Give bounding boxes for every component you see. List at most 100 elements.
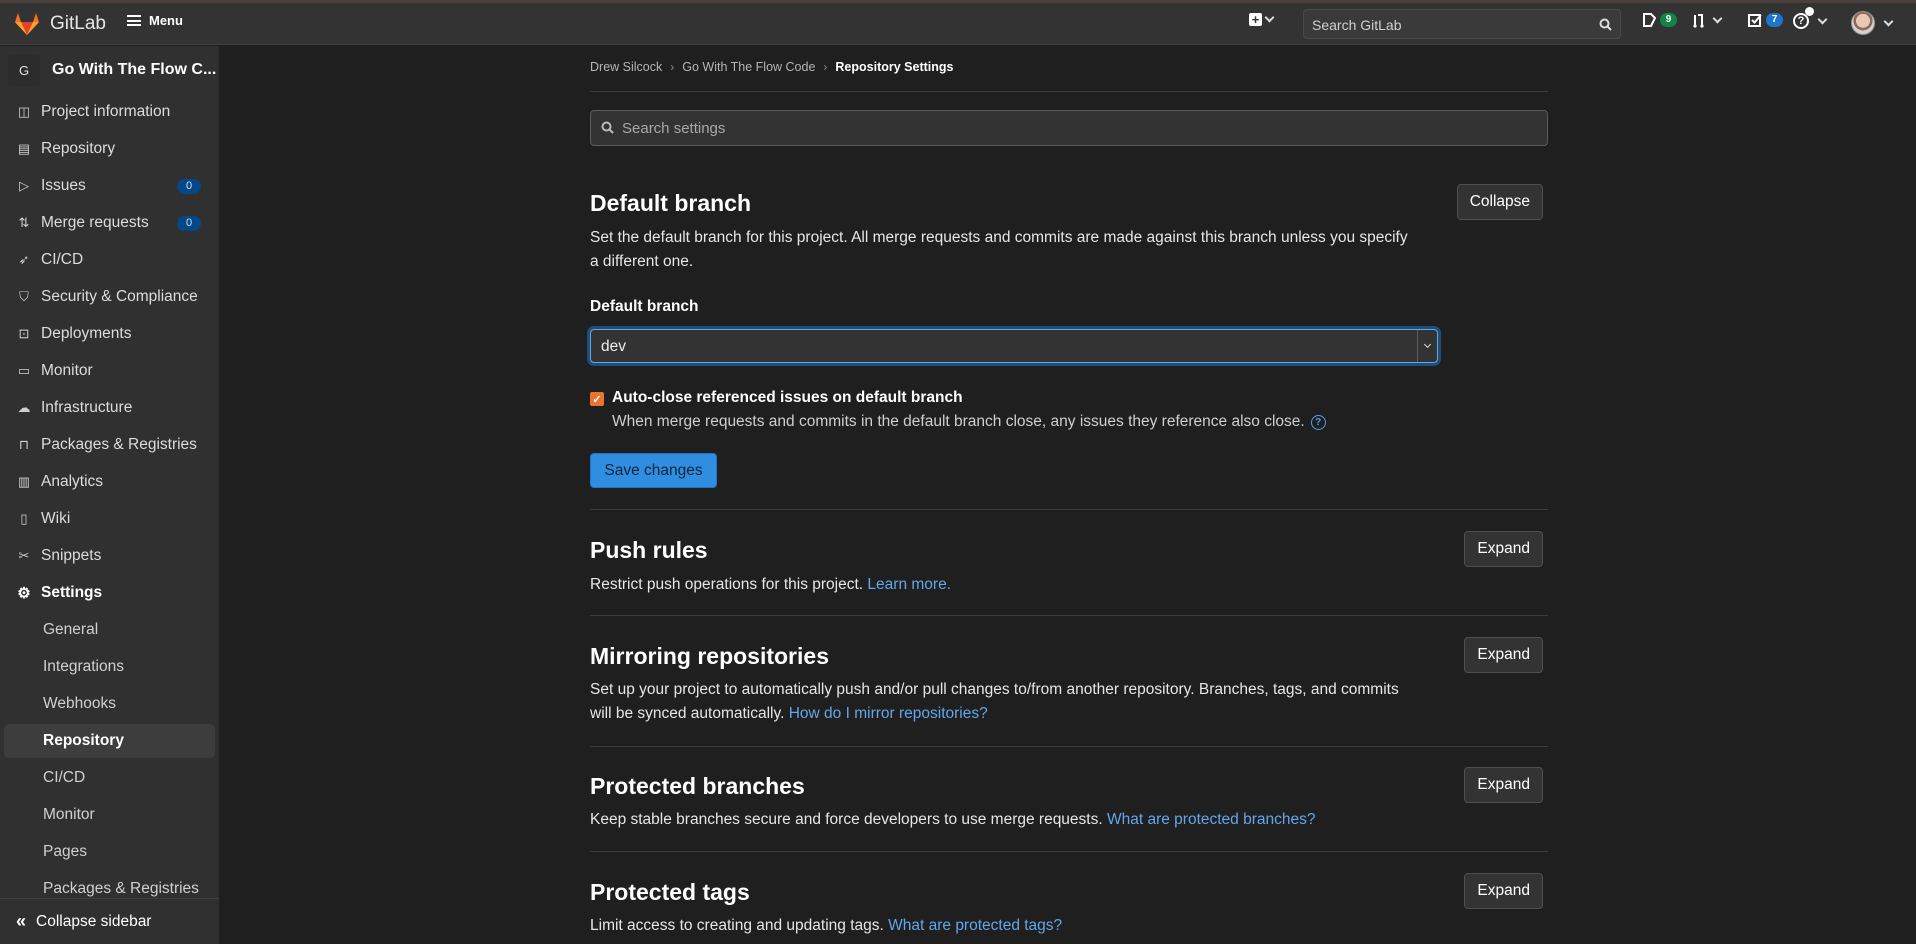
sidebar-item-label: Analytics	[41, 473, 104, 490]
settings-sub-item-integrations[interactable]: Integrations	[4, 650, 215, 684]
protected-branches-help-link[interactable]: What are protected branches?	[1107, 811, 1316, 828]
mirror-help-link[interactable]: How do I mirror repositories?	[789, 705, 988, 722]
sidebar-item-deployments[interactable]: ⊡ Deployments	[0, 317, 219, 351]
sidebar-item-security-compliance[interactable]: ⛉ Security & Compliance	[0, 280, 219, 314]
document-icon: ▤	[17, 141, 31, 156]
description-text: Keep stable branches secure and force de…	[590, 811, 1103, 828]
settings-sub-item-general[interactable]: General	[4, 613, 215, 647]
chevron-down-icon	[1817, 14, 1828, 24]
collapse-sidebar-button[interactable]: « Collapse sidebar	[0, 898, 219, 944]
settings-sub-item-repository[interactable]: Repository	[4, 724, 215, 758]
chevron-right-icon: ›	[670, 60, 675, 74]
breadcrumb-current[interactable]: Repository Settings	[835, 60, 953, 74]
learn-more-link[interactable]: Learn more.	[867, 576, 951, 593]
chart-icon: ▥	[17, 474, 31, 489]
expand-protected-branches-button[interactable]: Expand	[1464, 767, 1543, 803]
merge-request-icon: ⇅	[18, 215, 30, 230]
sidebar-item-label: Wiki	[41, 510, 71, 527]
gitlab-home-link[interactable]: GitLab	[14, 12, 106, 36]
sidebar-item-ci-cd[interactable]: ➶ CI/CD	[0, 243, 219, 277]
collapse-default-branch-button[interactable]: Collapse	[1456, 184, 1543, 220]
protected-tags-help-link[interactable]: What are protected tags?	[888, 917, 1062, 934]
search-icon	[1599, 18, 1612, 31]
section-description: Restrict push operations for this projec…	[590, 573, 1410, 597]
breadcrumb-item[interactable]: Drew Silcock	[590, 60, 662, 74]
auto-close-checkbox-label[interactable]: Auto-close referenced issues on default …	[612, 389, 963, 407]
issues-count-badge: 9	[1660, 13, 1677, 27]
user-menu-button[interactable]	[1851, 11, 1894, 35]
sidebar-item-monitor[interactable]: ▭ Monitor	[0, 354, 219, 388]
expand-push-rules-button[interactable]: Expand	[1464, 531, 1543, 567]
sidebar-item-packages-registries[interactable]: ⊓ Packages & Registries	[0, 428, 219, 462]
sidebar-item-analytics[interactable]: ▥ Analytics	[0, 465, 219, 499]
sub-item-label: Integrations	[43, 658, 124, 675]
sidebar-item-label: Issues	[41, 177, 86, 194]
help-nav-button[interactable]: ?	[1793, 7, 1828, 29]
merge-requests-nav-button[interactable]	[1692, 13, 1723, 28]
sidebar: G Go With The Flow C... ◫ Project informa…	[0, 46, 219, 944]
settings-sub-item-ci-cd[interactable]: CI/CD	[4, 761, 215, 795]
breadcrumb-item[interactable]: Go With The Flow Code	[682, 60, 815, 74]
menu-label: Menu	[149, 13, 183, 28]
todos-nav-button[interactable]: 7	[1748, 13, 1783, 27]
search-settings-input[interactable]: Search settings	[590, 110, 1548, 146]
brand-name: GitLab	[50, 13, 106, 34]
default-branch-label: Default branch	[590, 298, 699, 315]
package-icon: ⊓	[18, 437, 30, 452]
divider	[590, 615, 1548, 616]
sidebar-item-label: Infrastructure	[41, 399, 133, 416]
section-title-mirroring: Mirroring repositories	[590, 643, 829, 669]
issues-nav-button[interactable]: 9	[1643, 13, 1677, 27]
sidebar-item-infrastructure[interactable]: ☁ Infrastructure	[0, 391, 219, 425]
issues-icon: ▷	[19, 178, 29, 193]
search-placeholder: Search GitLab	[1312, 17, 1402, 33]
sidebar-item-label: Monitor	[41, 362, 93, 379]
expand-mirroring-button[interactable]: Expand	[1464, 637, 1543, 673]
issues-count-badge: 0	[177, 179, 201, 194]
double-chevron-left-icon: «	[16, 911, 27, 931]
sidebar-item-issues[interactable]: ▷ Issues 0	[0, 169, 219, 203]
section-description: Set the default branch for this project.…	[590, 229, 1408, 270]
monitor-icon: ▭	[17, 363, 31, 378]
section-description: Limit access to creating and updating ta…	[590, 914, 1410, 938]
global-search-input[interactable]: Search GitLab	[1303, 9, 1621, 39]
divider	[590, 91, 1548, 92]
search-icon	[601, 121, 614, 134]
chevron-down-icon	[1264, 12, 1275, 23]
sidebar-item-merge-requests[interactable]: ⇅ Merge requests 0	[0, 206, 219, 240]
settings-sub-item-monitor[interactable]: Monitor	[4, 798, 215, 832]
help-icon: ?	[1793, 7, 1814, 29]
sidebar-item-project-information[interactable]: ◫ Project information	[0, 95, 219, 129]
user-avatar	[1851, 11, 1875, 35]
section-title-default-branch: Default branch	[590, 190, 752, 216]
sidebar-item-settings[interactable]: ⚙ Settings	[0, 576, 219, 610]
section-description: Set up your project to automatically pus…	[590, 678, 1410, 726]
book-icon: ▯	[20, 511, 28, 526]
gear-icon: ⚙	[17, 585, 31, 602]
rocket-icon: ➶	[18, 252, 30, 267]
divider	[590, 746, 1548, 747]
default-branch-select[interactable]: dev	[590, 329, 1438, 363]
description-text: Limit access to creating and updating ta…	[590, 917, 884, 934]
sidebar-item-wiki[interactable]: ▯ Wiki	[0, 502, 219, 536]
question-circle-icon[interactable]: ?	[1310, 414, 1326, 430]
chevron-down-icon	[1423, 340, 1432, 348]
expand-protected-tags-button[interactable]: Expand	[1464, 873, 1543, 909]
settings-sub-item-webhooks[interactable]: Webhooks	[4, 687, 215, 721]
top-navbar: GitLab Menu + Search GitLab 9 7 ?	[0, 3, 1916, 45]
sidebar-item-repository[interactable]: ▤ Repository	[0, 132, 219, 166]
project-link[interactable]: G Go With The Flow C...	[8, 54, 216, 86]
merge-request-icon	[1693, 14, 1704, 28]
checkmark-icon: ✓	[592, 393, 602, 406]
sidebar-item-snippets[interactable]: ✂ Snippets	[0, 539, 219, 573]
menu-button[interactable]: Menu	[127, 13, 183, 28]
dropdown-toggle[interactable]	[1417, 330, 1437, 362]
new-dropdown-button[interactable]: +	[1249, 12, 1275, 26]
auto-close-checkbox[interactable]: ✓	[590, 392, 604, 406]
sidebar-item-label: Packages & Registries	[41, 436, 197, 453]
cloud-gear-icon: ☁	[17, 400, 31, 415]
sidebar-item-label: Security & Compliance	[41, 288, 198, 305]
sub-item-label: Pages	[43, 843, 87, 860]
settings-sub-item-pages[interactable]: Pages	[4, 835, 215, 869]
save-changes-button[interactable]: Save changes	[590, 453, 717, 488]
